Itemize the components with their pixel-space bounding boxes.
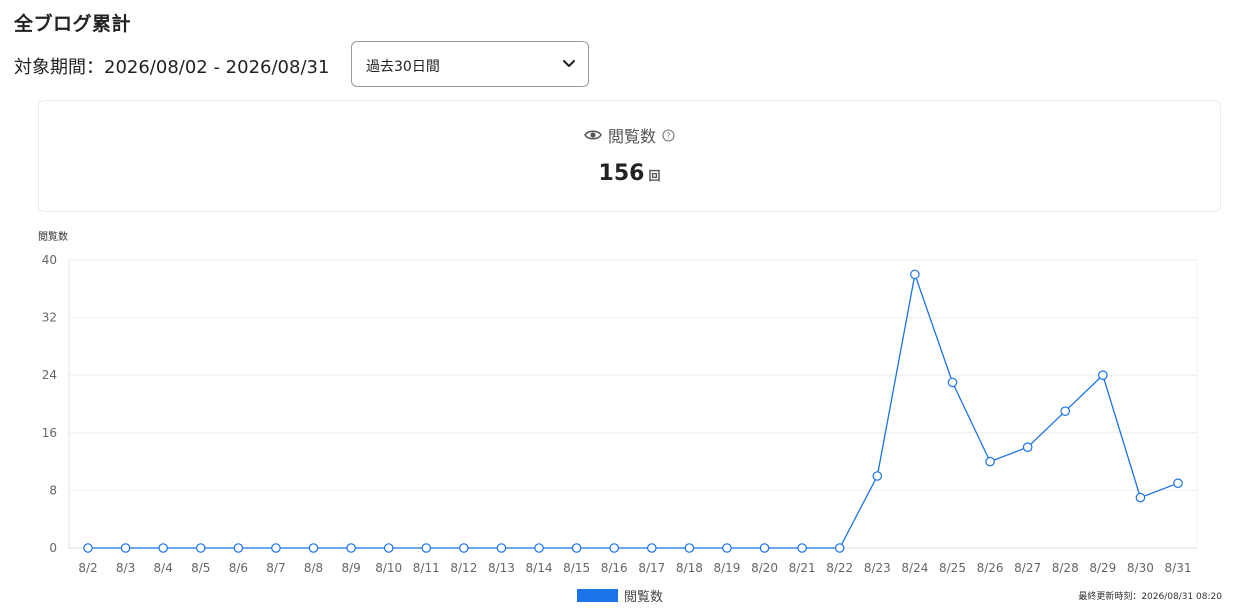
y-tick-label: 24 bbox=[42, 368, 57, 382]
y-tick-label: 16 bbox=[42, 426, 57, 440]
data-point bbox=[346, 543, 356, 553]
data-point bbox=[534, 543, 544, 553]
data-point bbox=[383, 543, 394, 553]
data-point bbox=[1022, 442, 1033, 452]
data-point bbox=[609, 543, 620, 553]
x-tick-label: 8/20 bbox=[751, 561, 778, 575]
x-tick-label: 8/17 bbox=[638, 561, 665, 575]
data-point bbox=[722, 543, 732, 553]
data-point bbox=[947, 377, 958, 388]
x-tick-label: 8/13 bbox=[488, 561, 515, 575]
x-tick-label: 8/26 bbox=[977, 561, 1004, 575]
x-tick-label: 8/31 bbox=[1165, 561, 1192, 575]
x-tick-label: 8/6 bbox=[229, 561, 248, 575]
data-point bbox=[872, 471, 883, 481]
data-point bbox=[195, 543, 206, 553]
data-point bbox=[684, 543, 695, 553]
y-tick-label: 40 bbox=[42, 253, 57, 267]
x-tick-label: 8/18 bbox=[676, 561, 703, 575]
legend-swatch bbox=[577, 589, 618, 602]
y-tick-label: 8 bbox=[49, 483, 57, 497]
x-tick-label: 8/30 bbox=[1127, 561, 1154, 575]
data-point bbox=[308, 543, 319, 553]
line-chart: 閲覧数 0 8 16 24 32 40 8/2 8/3 8/4 8/5 8/6 8/7 8/8 8/9 8/1… bbox=[38, 230, 1198, 575]
data-point bbox=[120, 543, 131, 553]
x-tick-label: 8/11 bbox=[413, 561, 440, 575]
x-tick-label: 8/14 bbox=[526, 561, 553, 575]
y-tick-label: 0 bbox=[49, 541, 57, 555]
last-updated: 最終更新時刻：2026/08/31 08:20 bbox=[1078, 592, 1222, 602]
data-point bbox=[496, 543, 507, 553]
data-point bbox=[1173, 478, 1183, 488]
x-tick-label: 8/23 bbox=[864, 561, 891, 575]
data-point bbox=[1135, 492, 1146, 503]
x-tick-label: 8/29 bbox=[1089, 561, 1116, 575]
x-tick-label: 8/25 bbox=[939, 561, 966, 575]
x-tick-label: 8/7 bbox=[266, 561, 285, 575]
data-point bbox=[646, 543, 657, 553]
x-tick-label: 8/9 bbox=[341, 561, 360, 575]
data-point bbox=[459, 543, 469, 553]
data-point bbox=[571, 543, 582, 553]
x-tick-label: 8/28 bbox=[1052, 561, 1079, 575]
x-tick-label: 8/3 bbox=[116, 561, 135, 575]
legend-label: 閲覧数 bbox=[624, 590, 664, 605]
y-axis-title: 閲覧数 bbox=[38, 230, 68, 243]
data-point bbox=[797, 543, 807, 553]
x-tick-label: 8/10 bbox=[375, 561, 402, 575]
data-point bbox=[1060, 406, 1071, 416]
data-point bbox=[1098, 370, 1108, 380]
x-tick-label: 8/21 bbox=[789, 561, 816, 575]
data-point bbox=[834, 543, 845, 553]
data-point bbox=[985, 456, 995, 467]
chart-legend[interactable]: 閲覧数 bbox=[577, 586, 663, 605]
x-tick-label: 8/27 bbox=[1014, 561, 1041, 575]
data-point bbox=[158, 543, 168, 553]
data-point bbox=[421, 543, 432, 553]
y-tick-label: 32 bbox=[42, 311, 57, 325]
x-tick-label: 8/12 bbox=[450, 561, 477, 575]
x-tick-label: 8/19 bbox=[713, 561, 740, 575]
series-line bbox=[88, 271, 1179, 549]
data-point bbox=[910, 269, 920, 280]
x-tick-label: 8/24 bbox=[901, 561, 928, 575]
data-point bbox=[233, 543, 244, 553]
x-tick-label: 8/5 bbox=[191, 561, 210, 575]
x-tick-label: 8/16 bbox=[601, 561, 628, 575]
x-tick-label: 8/2 bbox=[78, 561, 97, 575]
x-tick-label: 8/4 bbox=[154, 561, 173, 575]
data-point bbox=[83, 543, 93, 553]
x-tick-label: 8/22 bbox=[826, 561, 853, 575]
data-point bbox=[271, 543, 281, 553]
data-point bbox=[759, 543, 770, 553]
x-tick-label: 8/15 bbox=[563, 561, 590, 575]
x-tick-label: 8/8 bbox=[304, 561, 323, 575]
